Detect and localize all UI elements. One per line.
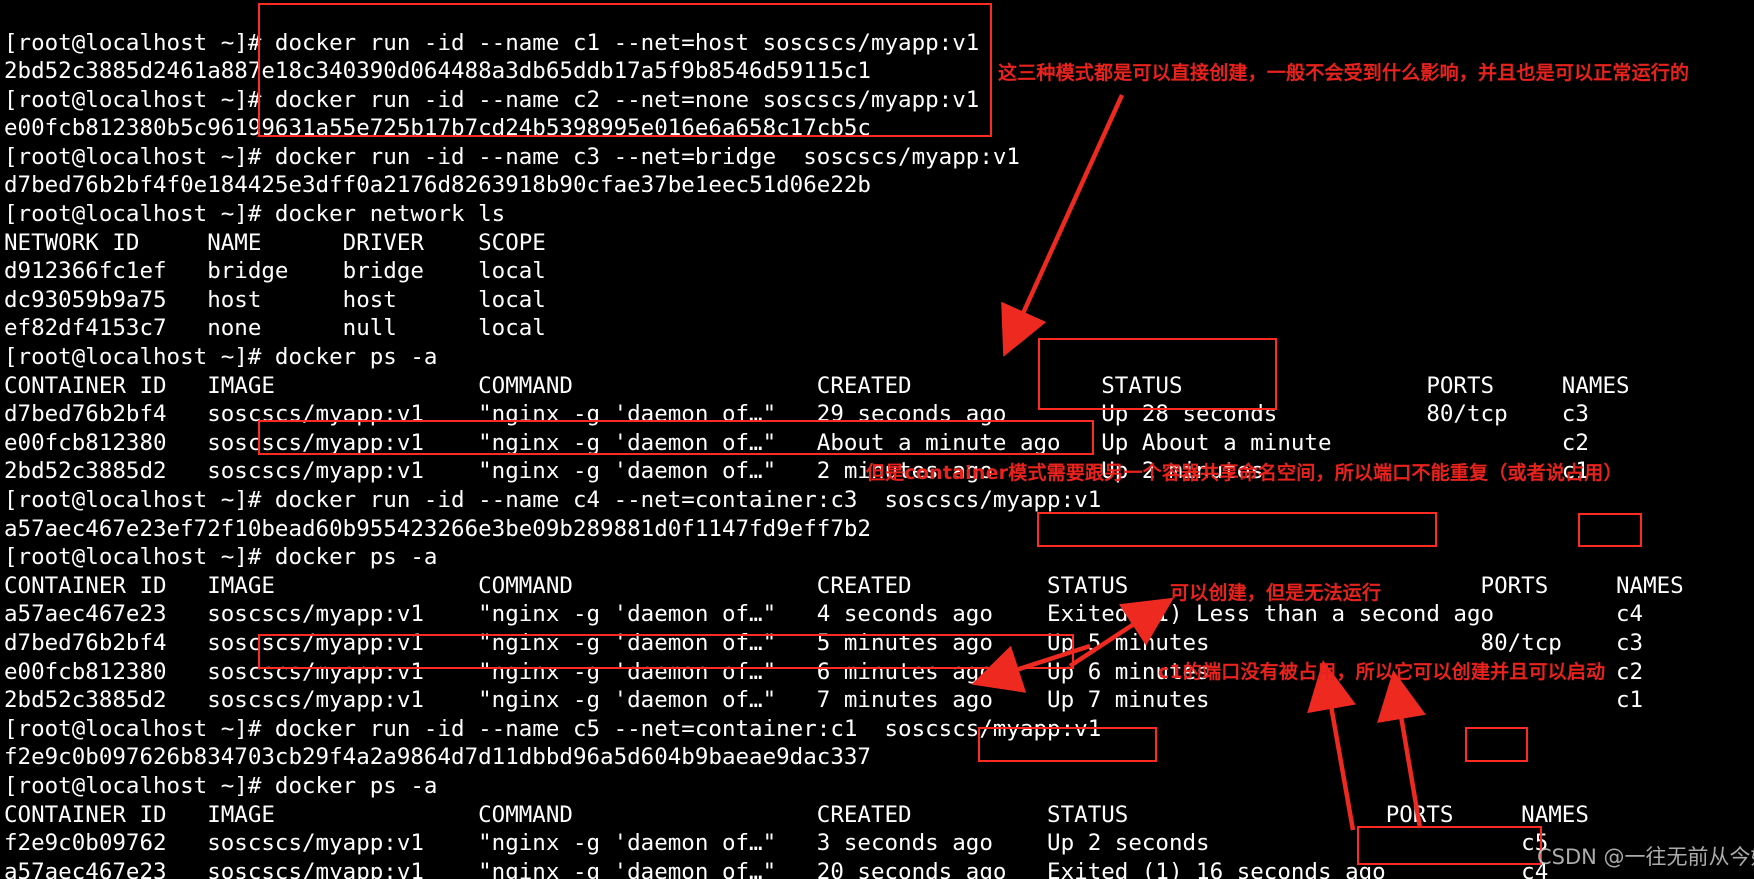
terminal-line: a57aec467e23ef72f10bead60b955423266e3be0…	[4, 515, 871, 542]
terminal-line: d912366fc1ef bridge bridge local	[4, 258, 546, 285]
terminal-line: [root@localhost ~]# docker run -id --nam…	[4, 29, 980, 56]
terminal-line: a57aec467e23 soscscs/myapp:v1 "nginx -g …	[4, 601, 1644, 628]
terminal-line: CONTAINER ID IMAGE COMMAND CREATED STATU…	[4, 372, 1630, 399]
terminal-line: [root@localhost ~]# docker run -id --nam…	[4, 86, 980, 113]
terminal-line: [root@localhost ~]# docker ps -a	[4, 344, 438, 371]
terminal-output: [root@localhost ~]# docker run -id --nam…	[0, 23, 1754, 879]
terminal-line: CONTAINER ID IMAGE COMMAND CREATED STATU…	[4, 572, 1684, 599]
terminal-line: CONTAINER ID IMAGE COMMAND CREATED STATU…	[4, 801, 1589, 828]
annotation-three-modes: 这三种模式都是可以直接创建，一般不会受到什么影响，并且也是可以正常运行的	[998, 62, 1690, 84]
terminal-line: 2bd52c3885d2 soscscs/myapp:v1 "nginx -g …	[4, 687, 1644, 714]
terminal-line: ef82df4153c7 none null local	[4, 315, 546, 342]
terminal-line: 2bd52c3885d2461a887e18c340390d064488a3db…	[4, 58, 871, 85]
annotation-c1-port-free: c1的端口没有被占用，所以它可以创建并且可以启动	[1158, 661, 1606, 683]
terminal-line: NETWORK ID NAME DRIVER SCOPE	[4, 229, 546, 256]
terminal-line: e00fcb812380b5c96199631a55e725b17b7cd24b…	[4, 115, 871, 142]
terminal-line: [root@localhost ~]# docker ps -a	[4, 772, 438, 799]
terminal-line: a57aec467e23 soscscs/myapp:v1 "nginx -g …	[4, 858, 1549, 879]
terminal-line: d7bed76b2bf4f0e184425e3dff0a2176d8263918…	[4, 172, 871, 199]
terminal-line: f2e9c0b09762 soscscs/myapp:v1 "nginx -g …	[4, 830, 1549, 857]
terminal-line: [root@localhost ~]# docker network ls	[4, 201, 506, 228]
terminal-line: [root@localhost ~]# docker run -id --nam…	[4, 715, 1102, 742]
terminal-line: d7bed76b2bf4 soscscs/myapp:v1 "nginx -g …	[4, 401, 1589, 428]
annotation-created-not-run: 可以创建，但是无法运行	[1170, 582, 1382, 604]
terminal-screenshot: [root@localhost ~]# docker run -id --nam…	[0, 0, 1754, 879]
csdn-watermark: CSDN @一往无前从今始	[1537, 845, 1754, 869]
terminal-line: [root@localhost ~]# docker run -id --nam…	[4, 143, 1020, 170]
terminal-line: d7bed76b2bf4 soscscs/myapp:v1 "nginx -g …	[4, 629, 1644, 656]
terminal-line: [root@localhost ~]# docker ps -a	[4, 544, 438, 571]
terminal-line: f2e9c0b097626b834703cb29f4a2a9864d7d11db…	[4, 744, 871, 771]
terminal-line: e00fcb812380 soscscs/myapp:v1 "nginx -g …	[4, 429, 1589, 456]
annotation-container-mode: 但是container模式需要跟另一个容器共享命名空间，所以端口不能重复（或者说…	[866, 462, 1623, 484]
terminal-line: dc93059b9a75 host host local	[4, 286, 546, 313]
terminal-line: [root@localhost ~]# docker run -id --nam…	[4, 487, 1102, 513]
